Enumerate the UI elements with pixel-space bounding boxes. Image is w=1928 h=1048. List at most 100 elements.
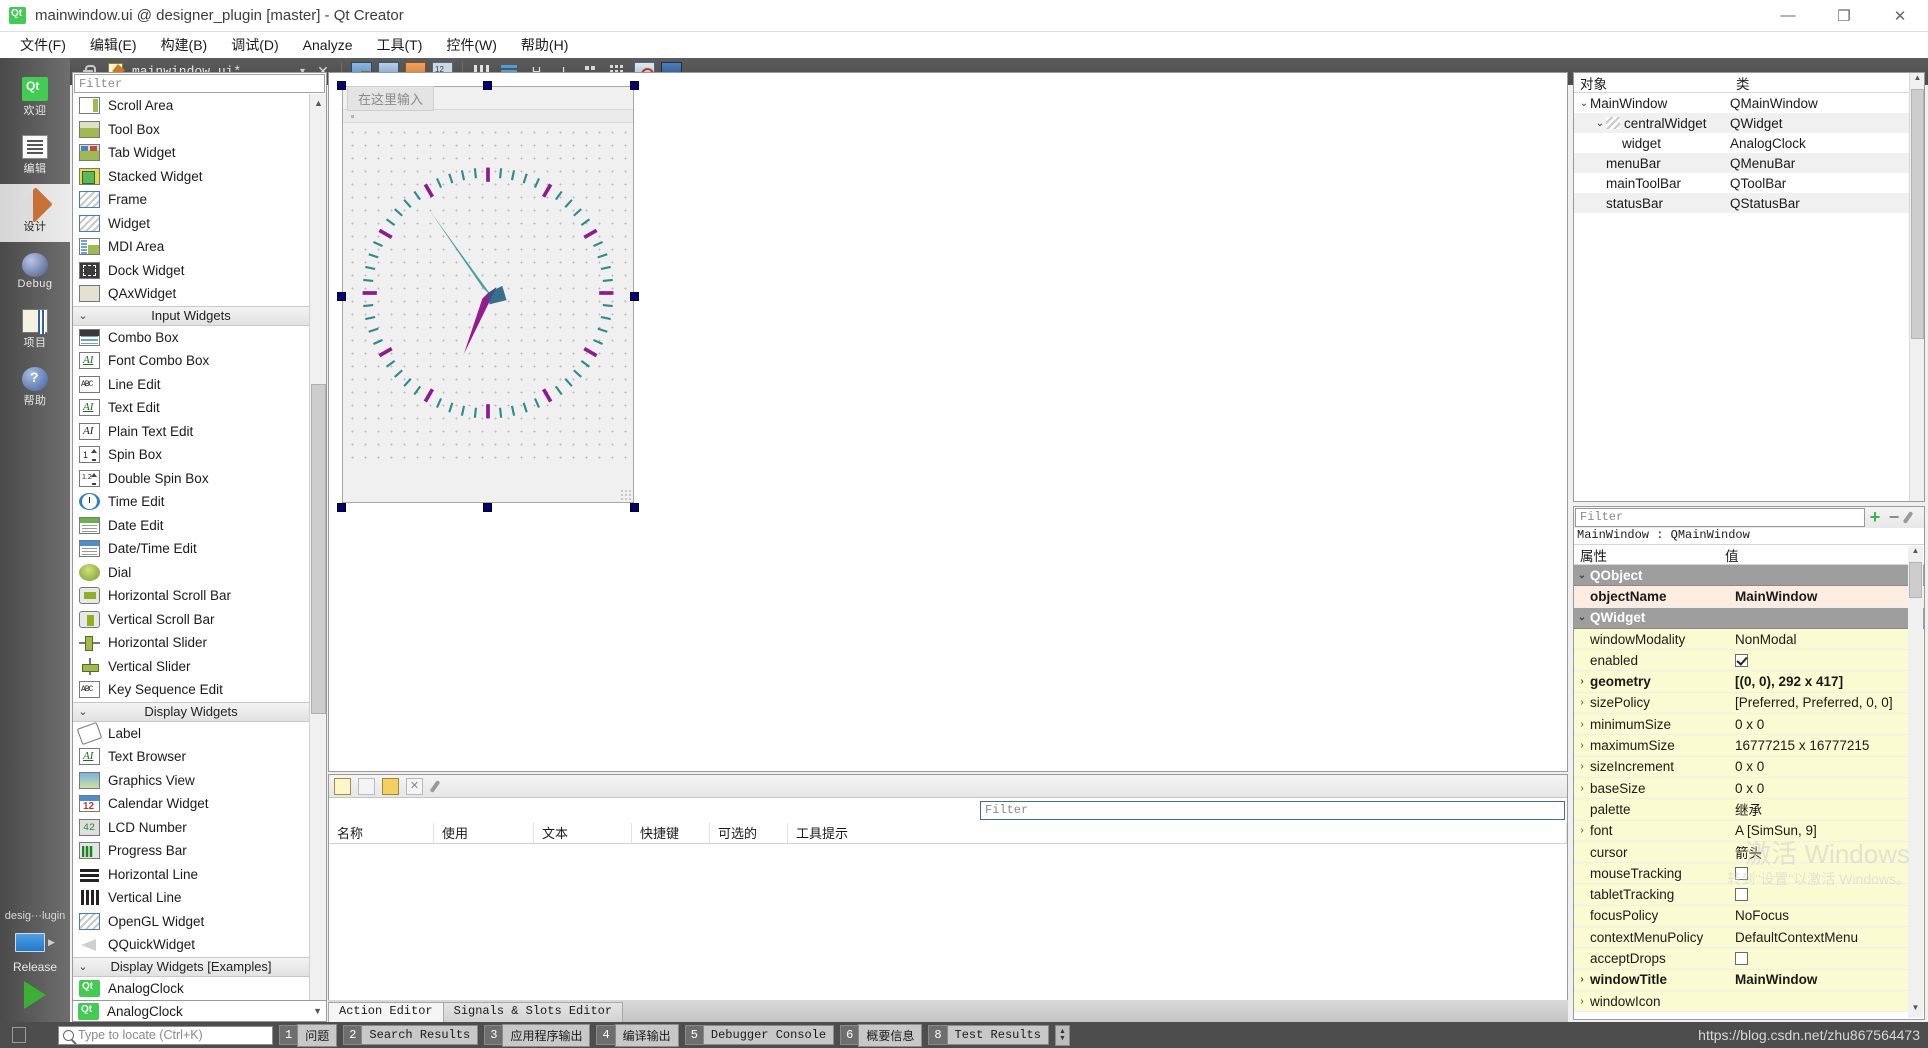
output-pane-test-results[interactable]: 8 Test Results bbox=[928, 1025, 1049, 1046]
object-row-centralWidget[interactable]: ⌄ centralWidget QWidget bbox=[1574, 113, 1924, 133]
object-row-mainToolBar[interactable]: mainToolBar QToolBar bbox=[1574, 173, 1924, 193]
widget-item-dock-widget[interactable]: Dock Widget bbox=[73, 259, 309, 283]
output-pane--[interactable]: 6 概要信息 bbox=[840, 1023, 923, 1047]
widget-item-progress-bar[interactable]: Progress Bar bbox=[73, 839, 309, 863]
widget-item-horizontal-scroll-bar[interactable]: Horizontal Scroll Bar bbox=[73, 584, 309, 608]
scroll-down-icon[interactable]: ▼ bbox=[1908, 1003, 1923, 1018]
locator-input[interactable]: Type to locate (Ctrl+K) bbox=[58, 1025, 273, 1045]
resize-handle-bottom-left[interactable] bbox=[337, 503, 346, 512]
menu-edit[interactable]: 编辑(E) bbox=[78, 32, 149, 58]
widget-item-key-sequence-edit[interactable]: Key Sequence Edit bbox=[73, 678, 309, 702]
resize-grip-icon[interactable] bbox=[620, 489, 631, 500]
widget-item-double-spin-box[interactable]: Double Spin Box bbox=[73, 467, 309, 491]
mode-help[interactable]: 帮助 bbox=[0, 358, 70, 416]
mode-debug[interactable]: Debug bbox=[0, 242, 70, 300]
form-menu-bar[interactable]: 在这里输入 bbox=[343, 85, 633, 111]
form-tool-bar[interactable] bbox=[343, 109, 633, 123]
chevron-down-icon[interactable]: ⌄ bbox=[1594, 118, 1606, 129]
form-status-bar[interactable] bbox=[343, 463, 633, 500]
output-pane-debugger-console[interactable]: 5 Debugger Console bbox=[684, 1025, 835, 1046]
resize-handle-top[interactable] bbox=[483, 81, 492, 90]
expand-arrow-icon[interactable]: › bbox=[1574, 825, 1590, 836]
widget-item-vertical-slider[interactable]: Vertical Slider bbox=[73, 655, 309, 679]
copy-action-icon[interactable] bbox=[358, 777, 375, 795]
widget-item-mdi-area[interactable]: MDI Area bbox=[73, 235, 309, 259]
property-row-focusPolicy[interactable]: focusPolicy NoFocus bbox=[1574, 905, 1924, 928]
widget-item-horizontal-slider[interactable]: Horizontal Slider bbox=[73, 631, 309, 655]
property-row-windowTitle[interactable]: › windowTitle MainWindow bbox=[1574, 969, 1924, 991]
expand-arrow-icon[interactable]: ⌄ bbox=[1574, 612, 1590, 623]
scrollbar-thumb[interactable] bbox=[1911, 89, 1924, 339]
checkbox-acceptDrops[interactable] bbox=[1735, 951, 1748, 965]
property-row-minimumSize[interactable]: › minimumSize 0 x 0 bbox=[1574, 714, 1924, 736]
widget-item-vertical-scroll-bar[interactable]: Vertical Scroll Bar bbox=[73, 608, 309, 632]
menu-file[interactable]: 文件(F) bbox=[8, 32, 78, 58]
property-row-geometry[interactable]: › geometry [(0, 0), 292 x 417] bbox=[1574, 671, 1924, 693]
widget-box-scrollbar[interactable]: ▲ ▼ bbox=[309, 94, 326, 1018]
property-row-acceptDrops[interactable]: acceptDrops bbox=[1574, 948, 1924, 970]
property-filter-input[interactable]: Filter bbox=[1575, 508, 1865, 527]
widget-item-tab-widget[interactable]: Tab Widget bbox=[73, 141, 309, 165]
widget-item-line-edit[interactable]: Line Edit bbox=[73, 373, 309, 397]
property-row-sizeIncrement[interactable]: › sizeIncrement 0 x 0 bbox=[1574, 756, 1924, 778]
widget-item-calendar-widget[interactable]: Calendar Widget bbox=[73, 792, 309, 816]
expand-arrow-icon[interactable]: › bbox=[1574, 719, 1590, 730]
scrollbar-thumb[interactable] bbox=[1909, 562, 1922, 598]
expand-arrow-icon[interactable]: › bbox=[1574, 974, 1590, 985]
property-row-maximumSize[interactable]: › maximumSize 16777215 x 16777215 bbox=[1574, 735, 1924, 757]
object-inspector-scrollbar[interactable]: ▲ bbox=[1909, 73, 1924, 501]
delete-action-icon[interactable]: ✕ bbox=[406, 777, 423, 795]
remove-dynamic-property-icon[interactable]: − bbox=[1885, 507, 1903, 528]
widget-category-display-widgets-examples-[interactable]: ⌄ Display Widgets [Examples] bbox=[73, 956, 309, 977]
widget-item-date-time-edit[interactable]: Date/Time Edit bbox=[73, 537, 309, 561]
property-editor-scrollbar[interactable]: ▲ ▼ bbox=[1908, 546, 1923, 1018]
form-main-window[interactable]: 在这里输入 bbox=[342, 85, 634, 503]
widget-item-qquickwidget[interactable]: QQuickWidget bbox=[73, 933, 309, 957]
scroll-up-icon[interactable]: ▲ bbox=[310, 94, 326, 111]
property-row-sizePolicy[interactable]: › sizePolicy [Preferred, Preferred, 0, 0] bbox=[1574, 692, 1924, 715]
widget-item-scroll-area[interactable]: Scroll Area bbox=[73, 94, 309, 118]
widget-box-filter-input[interactable]: Filter bbox=[74, 74, 325, 93]
resize-handle-top-right[interactable] bbox=[630, 81, 639, 90]
widget-item-label[interactable]: Label bbox=[73, 721, 309, 746]
resize-handle-left[interactable] bbox=[337, 292, 346, 301]
action-editor-filter-input[interactable]: Filter bbox=[980, 801, 1565, 820]
resize-handle-top-left[interactable] bbox=[337, 81, 346, 90]
resize-handle-bottom-right[interactable] bbox=[630, 503, 639, 512]
widget-item-opengl-widget[interactable]: OpenGL Widget bbox=[73, 910, 309, 934]
mode-edit[interactable]: 编辑 bbox=[0, 126, 70, 184]
form-editor-canvas[interactable]: 在这里输入 bbox=[328, 72, 1568, 772]
widget-item-horizontal-line[interactable]: Horizontal Line bbox=[73, 863, 309, 887]
mode-projects[interactable]: 项目 bbox=[0, 300, 70, 358]
expand-arrow-icon[interactable]: › bbox=[1574, 740, 1590, 751]
output-pane-stepper[interactable]: ▲ ▼ bbox=[1054, 1024, 1070, 1046]
property-row-palette[interactable]: palette 继承 bbox=[1574, 799, 1924, 821]
widget-item-widget[interactable]: Widget bbox=[73, 212, 309, 236]
configure-icon[interactable] bbox=[1903, 509, 1923, 526]
widget-category-input-widgets[interactable]: ⌄ Input Widgets bbox=[73, 305, 309, 326]
expand-arrow-icon[interactable]: › bbox=[1574, 697, 1590, 708]
widget-item-vertical-line[interactable]: Vertical Line bbox=[73, 886, 309, 910]
close-button[interactable]: ✕ bbox=[1872, 0, 1928, 32]
run-button[interactable] bbox=[0, 974, 70, 1016]
scroll-up-icon[interactable]: ▲ bbox=[1908, 546, 1923, 561]
configure-icon[interactable] bbox=[430, 778, 447, 795]
edit-action-icon[interactable] bbox=[382, 777, 399, 795]
widget-item-plain-text-edit[interactable]: Plain Text Edit bbox=[73, 420, 309, 444]
property-row-tabletTracking[interactable]: tabletTracking bbox=[1574, 884, 1924, 906]
property-row-cursor[interactable]: cursor 箭头 bbox=[1574, 841, 1924, 864]
menu-tools[interactable]: 工具(T) bbox=[364, 32, 434, 58]
property-row-windowIcon[interactable]: › windowIcon bbox=[1574, 990, 1924, 1013]
tab-signals-slots-editor[interactable]: Signals & Slots Editor bbox=[442, 1002, 624, 1022]
widget-item-combo-box[interactable]: Combo Box bbox=[73, 326, 309, 350]
mode-design[interactable]: 设计 bbox=[0, 184, 70, 242]
property-row-mouseTracking[interactable]: mouseTracking bbox=[1574, 863, 1924, 885]
tab-action-editor[interactable]: Action Editor bbox=[328, 1002, 444, 1022]
widget-item-time-edit[interactable]: Time Edit bbox=[73, 490, 309, 514]
checkbox-mouseTracking[interactable] bbox=[1735, 866, 1748, 880]
output-pane-search-results[interactable]: 2 Search Results bbox=[343, 1025, 479, 1046]
toggle-sidebar-icon[interactable] bbox=[12, 1027, 26, 1043]
chevron-down-icon[interactable]: ⌄ bbox=[1578, 98, 1590, 109]
property-row-objectName[interactable]: objectName MainWindow bbox=[1574, 586, 1924, 608]
chevron-down-icon[interactable]: ▼ bbox=[313, 1006, 322, 1016]
